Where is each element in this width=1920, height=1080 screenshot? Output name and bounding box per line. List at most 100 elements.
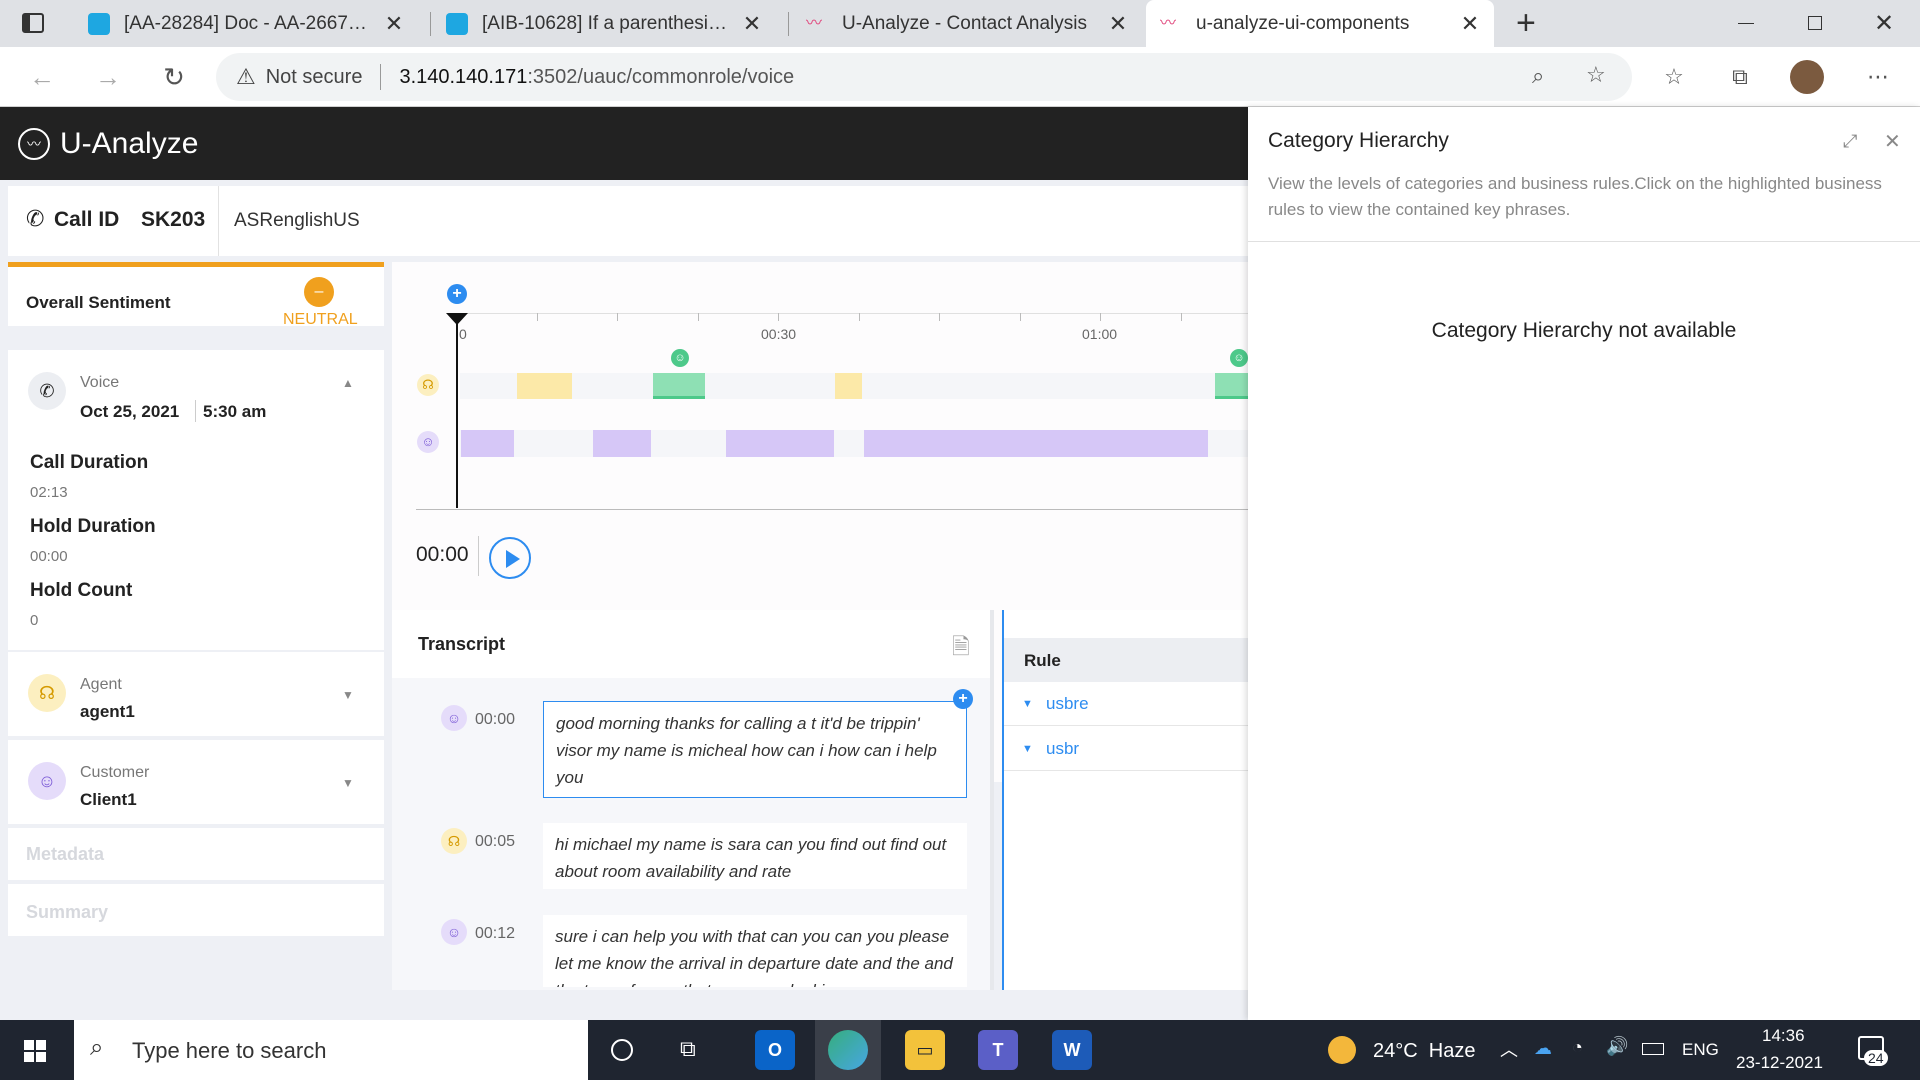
u-analyze-favicon-icon: 〰 [1160, 14, 1177, 32]
call-id-value: SK203 [141, 208, 206, 231]
add-favorite-icon[interactable]: ☆ [1586, 62, 1606, 88]
cortana-icon[interactable] [611, 1039, 633, 1061]
close-tab-icon[interactable]: ✕ [384, 11, 404, 37]
browser-tab-1[interactable]: [AA-28284] Doc - AA-26674 and ✕ [74, 0, 418, 47]
onedrive-icon[interactable]: ☁ [1534, 1038, 1552, 1059]
summary-label: Summary [26, 902, 109, 922]
taskbar-search-box[interactable]: ⌕ Type here to search [74, 1020, 588, 1080]
customer-segment[interactable] [864, 430, 1208, 457]
customer-segment[interactable] [726, 430, 834, 457]
agent-segment[interactable] [835, 373, 862, 399]
back-arrow-icon[interactable]: ← [24, 59, 60, 95]
expand-chevron-icon[interactable]: ▼ [342, 776, 354, 790]
close-tab-icon[interactable]: ✕ [742, 11, 762, 37]
customer-segment[interactable] [461, 430, 514, 457]
panel-description: View the levels of categories and busine… [1268, 174, 1882, 219]
transcript-scrollbar[interactable] [990, 610, 994, 990]
input-language[interactable]: ENG [1682, 1040, 1719, 1060]
file-explorer-icon[interactable]: ▭ [905, 1030, 945, 1070]
profile-avatar[interactable] [1790, 60, 1824, 94]
battery-icon[interactable] [1642, 1043, 1664, 1055]
url-path: :3502/uauc/commonrole/voice [527, 65, 795, 88]
rule-name[interactable]: usbr [1046, 739, 1079, 759]
expand-chevron-icon[interactable]: ▼ [342, 688, 354, 702]
jira-favicon-icon [446, 12, 468, 35]
tab-actions-icon[interactable] [22, 13, 44, 33]
clock-time[interactable]: 14:36 [1762, 1026, 1805, 1046]
new-tab-button[interactable]: + [1516, 4, 1536, 43]
notification-count-badge: 24 [1864, 1050, 1888, 1066]
search-placeholder: Type here to search [132, 1038, 327, 1063]
minimize-window-icon[interactable] [1738, 23, 1754, 24]
collections-icon[interactable]: ⧉ [1722, 59, 1758, 95]
date-time-divider [195, 400, 196, 422]
customer-segment[interactable] [593, 430, 651, 457]
playhead[interactable] [456, 318, 458, 508]
agent-segment[interactable] [517, 373, 572, 399]
call-id-label: Call ID [54, 208, 120, 231]
tab-title: [AA-28284] Doc - AA-26674 and [124, 12, 374, 34]
close-tab-icon[interactable]: ✕ [1108, 11, 1128, 37]
positive-smiley-icon: ☺ [671, 349, 689, 367]
rule-row[interactable]: ▼ usbre [1004, 682, 1250, 726]
agent-headset-icon: ☊ [441, 828, 467, 854]
customer-card[interactable]: ☺ Customer Client1 ▼ [8, 738, 384, 824]
rule-name[interactable]: usbre [1046, 694, 1089, 714]
rule-expand-icon[interactable]: ▼ [1022, 698, 1033, 710]
add-annotation-button[interactable]: + [953, 689, 973, 709]
rule-row[interactable]: ▼ usbr [1004, 727, 1250, 771]
overall-sentiment-card: Overall Sentiment – NEUTRAL [8, 262, 384, 328]
agent-track-icon: ☊ [417, 374, 439, 396]
browser-tab-4-active[interactable]: 〰 u-analyze-ui-components ✕ [1146, 0, 1494, 47]
collapse-chevron-icon[interactable]: ▲ [342, 376, 354, 390]
browser-tab-2[interactable]: [AIB-10628] If a parenthesis is us ✕ [432, 0, 776, 47]
call-id-bar: ✆ Call ID SK203 ASRenglishUS [8, 186, 1248, 256]
panel-title: Category Hierarchy [1268, 129, 1449, 152]
agent-segment-positive[interactable] [1215, 373, 1248, 399]
transcript-text-selected[interactable]: good morning thanks for calling a t it'd… [543, 701, 967, 798]
play-button[interactable] [489, 537, 531, 579]
show-hidden-icons[interactable]: ︿ [1500, 1036, 1518, 1062]
panel-divider [1248, 241, 1920, 242]
metadata-section[interactable]: Metadata [8, 826, 384, 880]
close-tab-icon[interactable]: ✕ [1460, 11, 1480, 37]
add-marker-button[interactable]: + [447, 284, 467, 304]
weather-text[interactable]: 24°C Haze [1373, 1040, 1476, 1063]
restore-window-icon[interactable] [1808, 16, 1822, 30]
close-window-icon[interactable]: ✕ [1874, 9, 1894, 38]
language-model: ASRenglishUS [234, 210, 360, 231]
app-logo-text: U-Analyze [60, 126, 199, 160]
address-bar[interactable]: ⚠ Not secure 3.140.140.171:3502/uauc/com… [216, 53, 1632, 101]
zoom-icon[interactable]: ⌕ [1532, 63, 1544, 89]
browser-tab-3[interactable]: 〰 U-Analyze - Contact Analysis ✕ [792, 0, 1142, 47]
expand-icon[interactable]: ⤢ [1843, 131, 1857, 152]
volume-icon[interactable]: 🔊 [1606, 1036, 1628, 1057]
forward-arrow-icon[interactable]: → [90, 59, 126, 95]
windows-start-icon[interactable] [24, 1040, 46, 1062]
transcript-text[interactable]: sure i can help you with that can you ca… [543, 915, 967, 987]
teams-icon[interactable]: T [978, 1030, 1018, 1070]
outlook-icon[interactable]: O [755, 1030, 795, 1070]
wifi-icon[interactable]: ◔ [1572, 1037, 1583, 1058]
close-panel-icon[interactable]: ✕ [1884, 129, 1901, 154]
neutral-face-icon: – [304, 277, 334, 307]
tick-label: 0 [459, 326, 467, 342]
customer-name: Client1 [80, 790, 137, 809]
agent-segment-positive[interactable] [653, 373, 705, 399]
hold-duration-value: 00:00 [30, 548, 68, 565]
word-icon[interactable]: W [1052, 1030, 1092, 1070]
agent-card[interactable]: ☊ Agent agent1 ▼ [8, 650, 384, 736]
entry-time: 00:05 [475, 833, 516, 850]
rule-expand-icon[interactable]: ▼ [1022, 743, 1033, 755]
task-view-icon[interactable]: ⧉ [680, 1036, 696, 1062]
call-time: 5:30 am [203, 402, 267, 421]
favorites-icon[interactable]: ☆ [1656, 59, 1692, 95]
hold-count-value: 0 [30, 612, 39, 629]
more-menu-icon[interactable]: ⋯ [1860, 59, 1896, 95]
document-icon[interactable]: 🗎 [952, 630, 970, 668]
playhead-handle-icon[interactable] [446, 313, 468, 325]
clock-date[interactable]: 23-12-2021 [1736, 1053, 1823, 1073]
transcript-text[interactable]: hi michael my name is sara can you find … [543, 823, 967, 889]
reload-icon[interactable]: ↻ [156, 59, 192, 95]
summary-section[interactable]: Summary [8, 882, 384, 936]
